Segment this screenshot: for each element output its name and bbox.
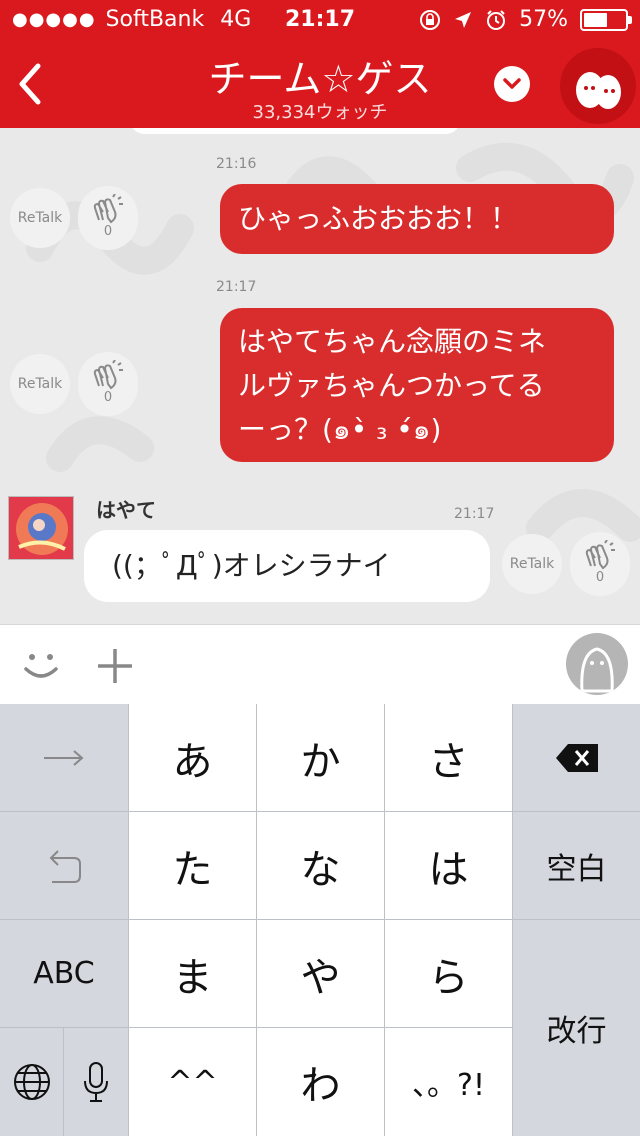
- clap-count: 0: [103, 224, 113, 239]
- key-space[interactable]: 空白: [513, 812, 640, 919]
- smiley-icon: [24, 654, 58, 678]
- status-right: 57%: [419, 7, 632, 32]
- plus-icon: [98, 649, 132, 683]
- message-input-bar: [0, 624, 640, 704]
- members-icon: [576, 72, 621, 109]
- backspace-icon: [555, 743, 598, 772]
- undo-icon: [49, 849, 81, 883]
- retalk-button[interactable]: ReTalk: [10, 354, 70, 414]
- watch-count: 33,334ウォッチ: [252, 102, 388, 123]
- keyboard: あ か さ た な は 空白 ABC ま や ら 改行 ^^ わ 、。?!: [0, 704, 640, 1136]
- outgoing-message-bubble[interactable]: はやてちゃん念願のミネ ルヴァちゃんつかってる ーっ？(๑•̀ ₃ •́๑): [220, 308, 614, 462]
- retalk-button[interactable]: ReTalk: [10, 188, 70, 248]
- room-title: チーム☆ゲス: [208, 57, 432, 101]
- header: ●●●●● SoftBank 4G 21:17 57% チーム☆ゲス 33,33…: [0, 0, 640, 128]
- chevron-down-icon: [503, 78, 521, 89]
- rotation-lock-icon: [420, 9, 441, 30]
- clap-button[interactable]: 0: [78, 352, 138, 416]
- battery-level: [584, 12, 607, 27]
- microphone-icon: [84, 1062, 108, 1102]
- key-kaomoji[interactable]: ^^: [129, 1028, 256, 1136]
- sender-avatar[interactable]: [8, 496, 74, 560]
- arrow-right-icon: [44, 749, 84, 766]
- alarm-icon: [487, 9, 506, 30]
- clap-count: 0: [103, 390, 113, 405]
- clap-icon: [93, 360, 123, 390]
- key-ta[interactable]: た: [129, 812, 256, 919]
- room-members-button[interactable]: [560, 48, 636, 124]
- attach-button[interactable]: [94, 645, 136, 687]
- key-enter[interactable]: 改行: [513, 920, 640, 1136]
- clap-button[interactable]: 0: [78, 186, 138, 250]
- avatar-image: [9, 497, 73, 559]
- key-microphone[interactable]: [64, 1028, 128, 1136]
- message-line: ルヴァちゃんつかってる: [238, 369, 545, 402]
- key-cursor-right[interactable]: [0, 704, 128, 811]
- stamp-button[interactable]: [566, 633, 628, 695]
- emoji-button[interactable]: [20, 645, 62, 687]
- key-a[interactable]: あ: [129, 704, 256, 811]
- message-line: はやてちゃん念願のミネ: [238, 325, 547, 358]
- message-time: 21:16: [216, 156, 257, 172]
- key-sa[interactable]: さ: [385, 704, 512, 811]
- message-line: ーっ？(๑•̀ ₃ •́๑): [238, 413, 442, 446]
- incoming-message-bubble[interactable]: ((；ﾟДﾟ)オレシラナイ: [84, 530, 490, 602]
- clap-icon: [585, 540, 615, 570]
- clap-icon: [93, 194, 123, 224]
- key-ya[interactable]: や: [257, 920, 384, 1027]
- key-globe[interactable]: [0, 1028, 63, 1136]
- sender-name: はやて: [96, 498, 156, 522]
- clap-button[interactable]: 0: [570, 532, 630, 596]
- menu-dropdown-button[interactable]: [494, 66, 530, 102]
- status-bar: ●●●●● SoftBank 4G 21:17 57%: [0, 0, 640, 40]
- message-text: ひゃっふおおおお！！: [238, 202, 519, 235]
- key-punctuation[interactable]: 、。?!: [385, 1028, 512, 1136]
- message-time: 21:17: [216, 279, 257, 295]
- previous-message-bubble: [130, 128, 460, 134]
- key-ma[interactable]: ま: [129, 920, 256, 1027]
- key-ha[interactable]: は: [385, 812, 512, 919]
- key-ra[interactable]: ら: [385, 920, 512, 1027]
- message-text: ((；ﾟДﾟ)オレシラナイ: [112, 549, 391, 582]
- location-icon: [455, 11, 472, 28]
- key-ka[interactable]: か: [257, 704, 384, 811]
- outgoing-message-bubble[interactable]: ひゃっふおおおお！！: [220, 184, 614, 254]
- key-undo[interactable]: [0, 812, 128, 919]
- stamp-character-icon: [580, 647, 614, 693]
- message-time: 21:17: [454, 506, 495, 522]
- globe-icon: [13, 1064, 50, 1100]
- chat-area[interactable]: 21:16 ひゃっふおおおお！！ ReTalk 0 21:17 はやてちゃん念願…: [0, 128, 640, 624]
- clap-count: 0: [595, 570, 605, 585]
- key-na[interactable]: な: [257, 812, 384, 919]
- battery-percent: 57%: [519, 7, 568, 32]
- key-wa[interactable]: わ: [257, 1028, 384, 1136]
- battery-icon: [580, 8, 632, 31]
- retalk-button[interactable]: ReTalk: [502, 534, 562, 594]
- key-abc[interactable]: ABC: [0, 920, 128, 1027]
- key-backspace[interactable]: [513, 704, 640, 811]
